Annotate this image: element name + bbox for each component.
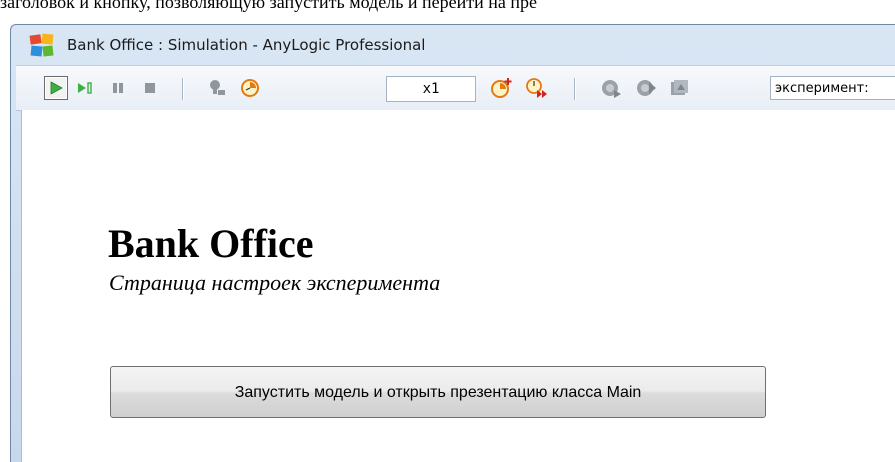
title-bar[interactable]: Bank Office : Simulation - AnyLogic Prof… <box>11 25 895 65</box>
page: заголовок и кнопку, позволяющую запустит… <box>0 0 895 462</box>
nav-up-icon <box>637 80 656 96</box>
pause-icon <box>113 83 123 93</box>
clock-virtual-icon <box>526 78 547 98</box>
toolbar-separator <box>182 78 184 100</box>
model-subtitle: Страница настроек эксперимента <box>109 270 441 295</box>
play-icon <box>50 81 63 95</box>
run-model-button[interactable]: Запустить модель и открыть презентацию к… <box>110 366 766 418</box>
anylogic-window: Bank Office : Simulation - AnyLogic Prof… <box>10 24 895 462</box>
navigate-back-button[interactable] <box>599 76 623 100</box>
speed-field[interactable]: x1 <box>386 76 476 102</box>
navigate-up-button[interactable] <box>634 76 658 100</box>
pause-button[interactable] <box>106 76 130 100</box>
nav-home-icon <box>671 80 688 95</box>
toolbar-separator <box>574 78 576 100</box>
turtle-icon <box>210 80 225 95</box>
speed-up-button[interactable] <box>490 76 514 100</box>
virtual-time-button[interactable] <box>525 76 549 100</box>
background-document-text: заголовок и кнопку, позволяющую запустит… <box>0 0 895 22</box>
stop-button[interactable] <box>138 76 162 100</box>
anylogic-app-icon <box>29 33 54 57</box>
background-document-line: заголовок и кнопку, позволяющую запустит… <box>0 0 538 12</box>
model-title: Bank Office <box>108 221 314 266</box>
slow-down-button[interactable] <box>238 76 262 100</box>
clock-fast-icon <box>491 78 512 98</box>
stop-icon <box>145 83 155 93</box>
nav-back-icon <box>602 80 621 98</box>
experiment-page: Bank Office Страница настроек эксперимен… <box>21 110 895 462</box>
experiment-select[interactable]: эксперимент: <box>770 76 895 100</box>
real-time-mode-button[interactable] <box>205 76 229 100</box>
step-icon <box>78 82 92 94</box>
toolbar: x1 эксперимент: <box>16 65 895 111</box>
window-title: Bank Office : Simulation - AnyLogic Prof… <box>67 36 426 54</box>
step-button[interactable] <box>74 76 98 100</box>
navigate-home-button[interactable] <box>668 76 692 100</box>
run-button[interactable] <box>44 76 68 100</box>
clock-slow-icon <box>241 79 259 97</box>
